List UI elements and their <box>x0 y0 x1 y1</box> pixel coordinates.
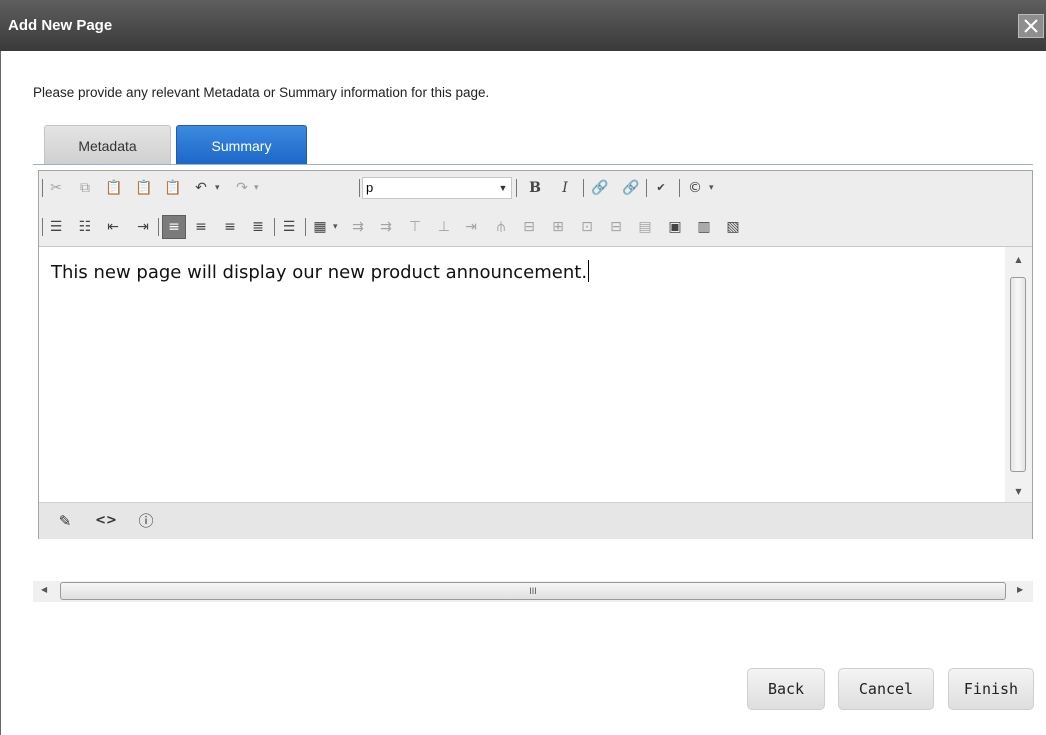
html-mode-icon[interactable]: <> <box>95 512 117 530</box>
insert-row-before-icon[interactable]: ⊤ <box>407 219 423 235</box>
indent-icon[interactable]: ⇥ <box>135 219 151 235</box>
merge-cells-icon[interactable]: ⊟ <box>608 219 624 235</box>
scroll-grip: III <box>529 586 537 596</box>
paste-icon[interactable]: 📋 <box>105 180 122 196</box>
toolbar-separator <box>516 179 517 197</box>
toolbar-separator <box>679 179 680 197</box>
table-properties-icon[interactable]: ▤ <box>637 219 653 235</box>
redo-dropdown-arrow[interactable]: ▾ <box>254 183 259 193</box>
horizontal-scroll-thumb[interactable]: III <box>60 582 1006 600</box>
insert-link-icon[interactable]: 🔗 <box>591 180 608 196</box>
cancel-button[interactable]: Cancel <box>838 668 934 710</box>
format-select-value: p <box>366 180 374 195</box>
align-left-button[interactable]: ≡ <box>162 215 186 239</box>
editor-text: This new page will display our new produ… <box>51 262 588 283</box>
instruction-text: Please provide any relevant Metadata or … <box>33 85 490 100</box>
italic-icon[interactable]: I <box>557 180 573 196</box>
toolbar-separator <box>583 179 584 197</box>
delete-row-icon[interactable]: ⊟ <box>521 219 537 235</box>
scroll-left-arrow-icon[interactable]: ◀ <box>41 585 47 594</box>
align-center-icon[interactable]: ≡ <box>193 219 209 235</box>
design-mode-icon[interactable]: ✎ <box>54 512 76 530</box>
symbol-dropdown-arrow[interactable]: ▾ <box>709 183 714 193</box>
insert-column-before-icon[interactable]: ⇉ <box>350 219 366 235</box>
back-button[interactable]: Back <box>747 668 825 710</box>
dialog-title: Add New Page <box>8 17 113 34</box>
justify-icon[interactable]: ≣ <box>250 219 266 235</box>
table-design-icon[interactable]: ▧ <box>725 219 741 235</box>
insert-row-after-icon[interactable]: ⊥ <box>436 219 452 235</box>
bold-icon[interactable]: B <box>527 180 543 196</box>
editor-content-area[interactable]: This new page will display our new produ… <box>39 247 1005 502</box>
scroll-down-arrow-icon[interactable]: ▼ <box>1005 487 1032 496</box>
chevron-down-icon: ▼ <box>498 183 508 193</box>
redo-icon[interactable]: ↷ <box>234 180 250 196</box>
paste-from-word-icon[interactable]: 📋 <box>135 180 152 196</box>
copyright-symbol-icon[interactable]: © <box>687 180 703 196</box>
table-icon[interactable]: ▦ <box>312 219 328 235</box>
toolbar-separator <box>158 218 159 236</box>
scroll-right-arrow-icon[interactable]: ▶ <box>1017 585 1023 594</box>
tab-metadata[interactable]: Metadata <box>44 125 171 165</box>
dialog-left-border <box>0 51 1 735</box>
toolbar-separator <box>305 218 306 236</box>
preview-mode-icon[interactable]: ⓘ <box>135 512 157 530</box>
toolbar-separator <box>42 218 43 236</box>
delete-column-icon[interactable]: ⊞ <box>550 219 566 235</box>
table-dropdown-arrow[interactable]: ▾ <box>333 222 338 232</box>
tab-summary[interactable]: Summary <box>176 125 307 165</box>
table-wizard-icon[interactable]: ▥ <box>696 219 712 235</box>
split-cell-icon[interactable]: ⫛ <box>493 219 509 235</box>
close-icon <box>1024 19 1038 33</box>
ordered-list-icon[interactable]: ☰ <box>48 219 64 235</box>
undo-icon[interactable]: ↶ <box>193 180 209 196</box>
vertical-scrollbar[interactable]: ▲ ▼ <box>1005 247 1032 502</box>
align-right-icon[interactable]: ≡ <box>222 219 238 235</box>
rich-text-editor: ✂ ⧉ 📋 📋 📋 ↶ ▾ ↷ ▾ p ▼ B I 🔗 🔗 ✔ © ▾ ☰ ☷ … <box>38 170 1033 539</box>
undo-dropdown-arrow[interactable]: ▾ <box>215 183 220 193</box>
cut-icon[interactable]: ✂ <box>48 180 64 196</box>
tab-underline <box>33 164 1033 165</box>
remove-link-icon[interactable]: 🔗 <box>622 180 639 196</box>
delete-cell-icon[interactable]: ⊡ <box>579 219 595 235</box>
merge-right-icon[interactable]: ⇥ <box>463 219 479 235</box>
format-block-select[interactable]: p ▼ <box>362 177 512 199</box>
toolbar-separator <box>646 179 647 197</box>
toolbar-separator <box>359 179 360 197</box>
line-spacing-icon[interactable]: ☰ <box>281 219 297 235</box>
editor-mode-bar: ✎ <> ⓘ <box>39 502 1032 539</box>
outdent-icon[interactable]: ⇤ <box>105 219 121 235</box>
vertical-scroll-thumb[interactable] <box>1010 277 1026 472</box>
editor-toolbar: ✂ ⧉ 📋 📋 📋 ↶ ▾ ↷ ▾ p ▼ B I 🔗 🔗 ✔ © ▾ ☰ ☷ … <box>39 171 1032 247</box>
close-button[interactable] <box>1018 14 1044 38</box>
unordered-list-icon[interactable]: ☷ <box>77 219 93 235</box>
cell-properties-icon[interactable]: ▣ <box>667 219 683 235</box>
toolbar-separator <box>42 179 43 197</box>
toolbar-separator <box>274 218 275 236</box>
align-left-icon: ≡ <box>168 219 180 235</box>
copy-icon[interactable]: ⧉ <box>77 180 93 196</box>
horizontal-scrollbar[interactable]: ◀ III ▶ <box>33 581 1033 602</box>
finish-button[interactable]: Finish <box>948 668 1034 710</box>
dialog-titlebar: Add New Page <box>0 0 1046 51</box>
text-caret <box>588 260 590 282</box>
paste-plain-text-icon[interactable]: 📋 <box>164 180 181 196</box>
insert-column-after-icon[interactable]: ⇉ <box>378 219 394 235</box>
spellcheck-icon[interactable]: ✔ <box>653 180 669 196</box>
scroll-up-arrow-icon[interactable]: ▲ <box>1005 255 1032 264</box>
